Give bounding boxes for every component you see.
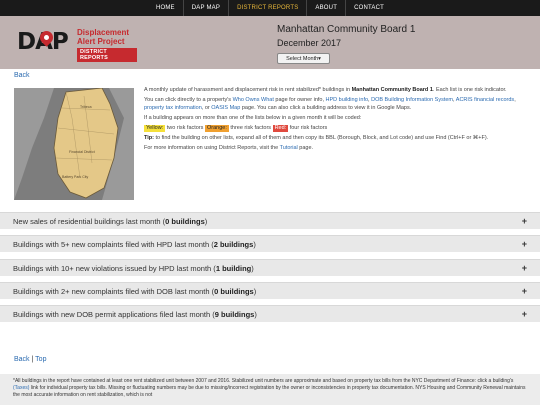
intro-paragraph: A monthly update of harassment and displ… [144, 87, 507, 93]
map-label: Financial District [69, 150, 95, 154]
tip-paragraph: Tip: to find the building on other lists… [144, 134, 489, 141]
section-dob-permits[interactable]: Buildings with new DOB permit applicatio… [0, 305, 540, 322]
month-select[interactable]: Select Month ▾ [277, 53, 330, 64]
nav-home[interactable]: HOME [148, 0, 183, 16]
intro-links-paragraph: You can click directly to a property's W… [144, 97, 516, 111]
dap-logo[interactable]: DAP DisplacementAlert Project DISTRICT R… [17, 26, 137, 62]
hpd-building-info-link[interactable]: HPD building info [326, 97, 369, 103]
section-hpd-complaints[interactable]: Buildings with 5+ new complaints filed w… [0, 235, 540, 252]
logo-badge: DISTRICT REPORTS [77, 48, 137, 62]
risk-legend: Yellow: two risk factors Orange: three r… [144, 124, 328, 132]
acris-link[interactable]: ACRIS financial records [456, 97, 514, 103]
section-title: New sales of residential buildings last … [13, 216, 208, 226]
section-new-sales[interactable]: New sales of residential buildings last … [0, 212, 540, 229]
section-title: Buildings with 2+ new complaints filed w… [13, 286, 257, 296]
section-title: Buildings with 5+ new complaints filed w… [13, 239, 256, 249]
footer-links: Back | Top [14, 356, 46, 363]
expand-plus-icon[interactable]: + [522, 286, 527, 296]
nav-contact[interactable]: CONTACT [346, 0, 392, 16]
expand-plus-icon[interactable]: + [522, 239, 527, 249]
dob-bis-link[interactable]: DOB Building Information System [371, 97, 453, 103]
logo-title: Displacement Alert Project [77, 28, 130, 46]
who-owns-what-link[interactable]: Who Owns What [233, 97, 274, 103]
report-header: DAP DisplacementAlert Project DISTRICT R… [0, 16, 540, 69]
red-tag: Red: [272, 124, 289, 132]
board-title: Manhattan Community Board 1 [277, 24, 416, 35]
oasis-map-link[interactable]: OASIS Map [211, 105, 240, 111]
expand-plus-icon[interactable]: + [522, 309, 527, 319]
expand-plus-icon[interactable]: + [522, 216, 527, 226]
top-nav: HOME DAP MAP DISTRICT REPORTS ABOUT CONT… [0, 0, 540, 16]
tutorial-paragraph: For more information on using District R… [144, 145, 314, 151]
orange-tag: Orange: [204, 124, 229, 132]
section-title: Buildings with new DOB permit applicatio… [13, 309, 257, 319]
nav-district-reports[interactable]: DISTRICT REPORTS [228, 0, 308, 16]
intro-text: A monthly update of harassment and displ… [144, 87, 529, 155]
district-map-image: Financial District Battery Park City Tri… [14, 88, 134, 200]
report-month: December 2017 [277, 38, 342, 48]
top-link[interactable]: Top [35, 356, 46, 363]
district-map-svg: Financial District Battery Park City Tri… [14, 88, 134, 200]
map-label: Tribeca [80, 105, 92, 109]
section-title: Buildings with 10+ new violations issued… [13, 263, 254, 273]
nav-about[interactable]: ABOUT [307, 0, 345, 16]
back-link[interactable]: Back [14, 72, 30, 79]
chevron-down-icon: ▾ [318, 55, 321, 62]
back-link-bottom[interactable]: Back [14, 356, 30, 363]
section-hpd-violations[interactable]: Buildings with 10+ new violations issued… [0, 259, 540, 276]
nav-dap-map[interactable]: DAP MAP [184, 0, 228, 16]
section-dob-complaints[interactable]: Buildings with 2+ new complaints filed w… [0, 282, 540, 299]
tutorial-link[interactable]: Tutorial [280, 145, 298, 151]
yellow-tag: Yellow: [144, 124, 166, 132]
link-separator: | [31, 356, 34, 363]
footnote: *All buildings in the report have contai… [0, 374, 540, 405]
expand-plus-icon[interactable]: + [522, 263, 527, 273]
coding-note: If a building appears on more than one o… [144, 114, 362, 121]
month-select-label: Select Month [286, 55, 319, 62]
map-label: Battery Park City [62, 175, 89, 179]
taxes-link[interactable]: (Taxes) [13, 385, 29, 391]
property-tax-link[interactable]: property tax information [144, 105, 202, 111]
